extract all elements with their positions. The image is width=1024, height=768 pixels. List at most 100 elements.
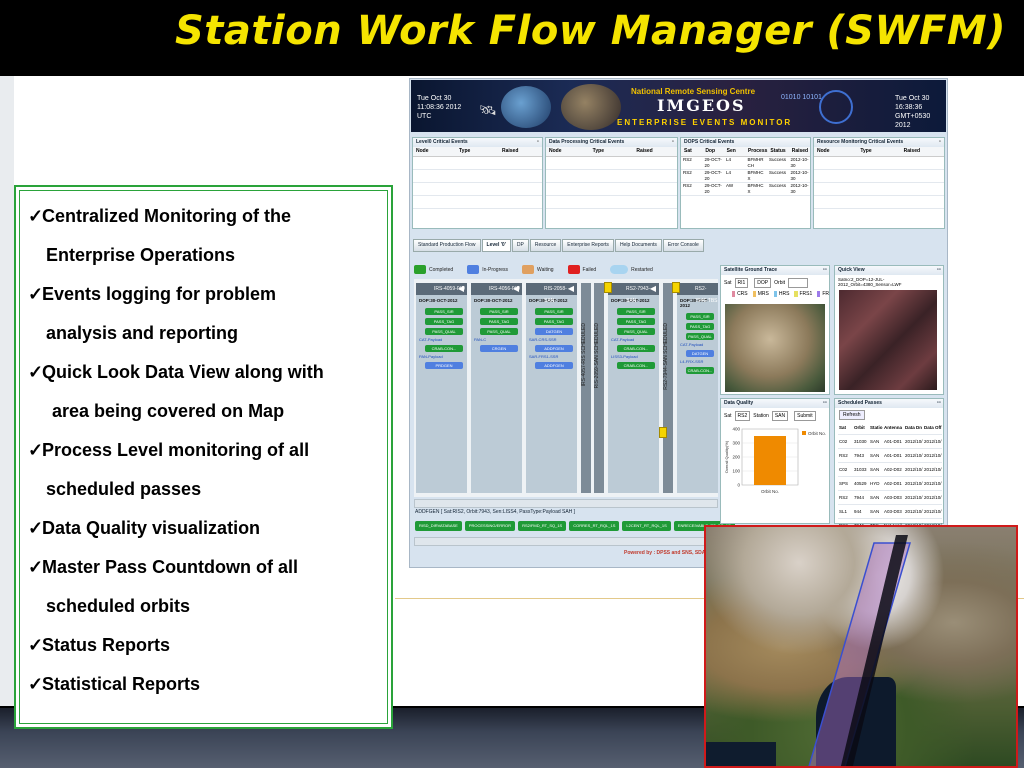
process-step[interactable]: PASS_SIR [480, 308, 518, 315]
tab-dp[interactable]: DP [511, 239, 529, 252]
process-step[interactable]: PASS_SIR [535, 308, 573, 315]
process-step[interactable]: PASS_QUAL [686, 333, 714, 340]
col-header[interactable]: Type [456, 147, 499, 156]
process-step[interactable]: ADDFGEN [535, 362, 573, 369]
process-step[interactable]: CRGEN [480, 345, 518, 352]
table-cell: A02-D01 [884, 481, 902, 486]
sat-select[interactable]: RI1 [734, 278, 749, 288]
minimize-icon[interactable]: ▫ [939, 139, 941, 145]
pass-column[interactable]: RS2-7943-SAN◀ DOP:30-OCT-2012 PASS_SIR P… [608, 283, 659, 493]
process-step[interactable]: PASS_TAG [425, 318, 463, 325]
col-header[interactable]: Node [413, 147, 456, 156]
col-header[interactable]: Sen [724, 147, 745, 156]
process-step[interactable]: CRAB-CON... [617, 362, 655, 369]
scheduled-pass-bar[interactable]: RS2-7944-SAN SCHEDULED [663, 283, 673, 493]
process-step[interactable]: PRDGEN [425, 362, 463, 369]
table-row[interactable]: RS229-OCT-20AWBFMHC XSuccess2012-10-30 0… [681, 183, 810, 196]
window-controls-icon[interactable]: ▫▫ [823, 266, 827, 275]
process-step[interactable]: PASS_QUAL [617, 328, 655, 335]
process-button[interactable]: L2CENT_RT_RQL_1S [622, 521, 671, 531]
arrow-left-icon[interactable]: ◀ [458, 283, 464, 295]
col-header[interactable]: Type [857, 147, 900, 156]
process-step[interactable]: PASS_TAG [686, 323, 714, 330]
pass-column[interactable]: RIS-2058-SAN◀ DOP:30-OCT-2012 PASS_SIR P… [526, 283, 577, 493]
process-step[interactable]: PASS_QUAL [425, 328, 463, 335]
buttons-scrollbar[interactable] [414, 537, 718, 546]
tab-level0[interactable]: Level '0' [481, 239, 511, 252]
table-row[interactable]: SL1 944 SAN A03-D03 2012/10/2012/10/ [838, 505, 942, 519]
window-controls-icon[interactable]: ▫▫ [937, 399, 941, 408]
process-button[interactable]: RS2/FMD_RT_SQ_1S [518, 521, 567, 531]
arrow-left-icon[interactable]: ◀ [650, 283, 656, 295]
pass-column[interactable]: IRS-4059-IYD ◀ DOP:30-OCT-2012 PASS_SIR P… [416, 283, 467, 493]
table-row[interactable]: C02 31033 SAN A02-D02 2012/10/2012/10/ [838, 463, 942, 477]
tab-enterprise-reports[interactable]: Enterprise Reports [562, 239, 614, 252]
window-controls-icon[interactable]: ▫▫ [823, 399, 827, 408]
col-header[interactable]: Dop [702, 147, 723, 156]
station-select[interactable]: SAN [771, 411, 789, 421]
sensor-checkbox[interactable] [794, 291, 798, 297]
submit-button[interactable]: Submit [794, 411, 816, 421]
table-header[interactable]: Sat Orbit Statio Antenna Data Dn Data Off [838, 421, 942, 435]
dop-field[interactable]: DOP [754, 278, 772, 288]
pass-marker[interactable] [604, 282, 612, 293]
scheduled-pass-bar[interactable]: IRS-4057-RIS SCHEDULED [581, 283, 591, 493]
process-step[interactable]: PASS_SIR [686, 313, 714, 320]
minimize-icon[interactable]: ▫ [537, 139, 539, 145]
col-header[interactable]: Raised [633, 147, 677, 156]
table-row[interactable]: C02 31030 SAN A01-D01 2012/10/2012/10/ [838, 435, 942, 449]
quick-look-image[interactable] [839, 290, 937, 390]
tab-standard-production-flow[interactable]: Standard Production Flow [413, 239, 481, 252]
col-header[interactable]: Node [814, 147, 857, 156]
process-step[interactable]: CRAB-CON... [686, 367, 714, 374]
table-row[interactable]: SPS 40529 HYD A02-D01 2012/10/2012/10/ [838, 477, 942, 491]
window-controls-icon[interactable]: ▫▫ [937, 266, 941, 275]
process-button[interactable]: RISD_DIRVATABASE [415, 521, 462, 531]
col-header[interactable]: Status [767, 147, 788, 156]
col-header[interactable]: Type [590, 147, 634, 156]
ground-trace-map[interactable] [725, 304, 825, 392]
process-step[interactable]: PASS_QUAL [480, 328, 518, 335]
process-step[interactable]: CRAB-CON... [425, 345, 463, 352]
sensor-checkbox[interactable] [752, 291, 756, 297]
table-row[interactable]: RS2 7943 SAN A01-D01 2012/10/2012/10/ [838, 449, 942, 463]
process-step[interactable]: PASS_TAG [535, 318, 573, 325]
sensor-checkbox[interactable] [817, 291, 821, 297]
refresh-button[interactable]: Refresh [839, 410, 865, 420]
process-step[interactable]: PASS_TAG [480, 318, 518, 325]
process-step[interactable]: PASS_SIR [617, 308, 655, 315]
col-header[interactable]: Process [745, 147, 767, 156]
col-header[interactable]: Raised [901, 147, 944, 156]
process-button[interactable]: PROCESSING/ERROR [464, 521, 516, 531]
pipeline-scrollbar[interactable] [414, 499, 718, 508]
orbit-field[interactable] [787, 278, 808, 288]
pass-marker[interactable] [672, 282, 680, 293]
process-step[interactable]: PASS_TAG [617, 318, 655, 325]
process-button[interactable]: CORRES_RT_RQL_1S [569, 521, 620, 531]
sensor-checkbox[interactable] [732, 291, 736, 297]
scheduled-pass-bar[interactable]: RIS-2059-SAN SCHEDULED [594, 283, 604, 493]
col-header[interactable]: Node [546, 147, 590, 156]
table-row[interactable]: RS229-OCT-20L4BFMHC XSuccess2012-10-30 0… [681, 170, 810, 183]
process-step[interactable]: DATGEN [535, 328, 573, 335]
table-row[interactable]: RS2 29-OCT-20 L4 BFMHR CH Success 2012-10-30 … [681, 157, 810, 170]
col-header[interactable]: Raised [789, 147, 810, 156]
arrow-left-icon[interactable]: ◀ [568, 283, 574, 295]
pass-marker[interactable] [659, 427, 667, 438]
minimize-icon[interactable]: ▫ [672, 139, 674, 145]
process-step[interactable]: CRAB-CON... [617, 345, 655, 352]
tab-resource[interactable]: Resource [529, 239, 562, 252]
process-step[interactable]: ADDFGEN [535, 345, 573, 352]
tab-help-documents[interactable]: Help Documents [614, 239, 662, 252]
process-step[interactable]: PASS_SIR [425, 308, 463, 315]
col-header[interactable]: Sat [681, 147, 702, 156]
sat-select[interactable]: RS2 [734, 411, 751, 421]
tab-error-console[interactable]: Error Console [662, 239, 704, 252]
sensor-checkbox[interactable] [773, 291, 777, 297]
table-row[interactable]: RS2 7944 SAN A03-D03 2012/10/2012/10/ [838, 491, 942, 505]
pass-column[interactable]: RS2-7946-TBS DOP:30-OCT-2012 PASS_SIR PA… [677, 283, 718, 493]
process-step[interactable]: DATGEN [686, 350, 714, 357]
col-header[interactable]: Raised [499, 147, 542, 156]
arrow-left-icon[interactable]: ◀ [513, 283, 519, 295]
pass-column[interactable]: IRS-4056-IYD ◀ DOP:30-OCT-2012 PASS_SIR P… [471, 283, 522, 493]
